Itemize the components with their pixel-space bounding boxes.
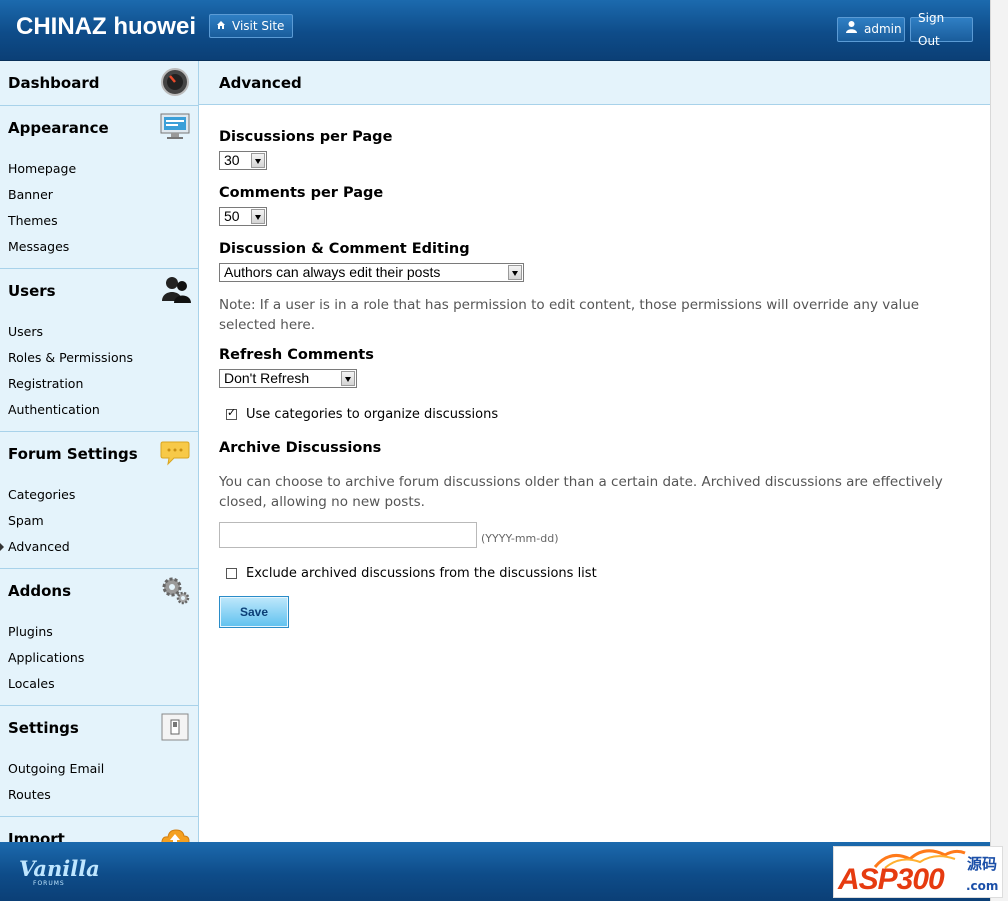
sidebar-item-messages[interactable]: Messages	[0, 234, 198, 260]
page-title: Advanced	[199, 61, 990, 105]
monitor-icon	[160, 112, 190, 142]
sidebar-heading-forum-settings[interactable]: Forum Settings	[0, 432, 198, 476]
vanilla-forums-logo[interactable]: Vanilla	[19, 856, 100, 881]
admin-profile-button[interactable]: admin	[837, 17, 905, 42]
sidebar-section-users: Users Users Roles & Permissions Registra…	[0, 269, 198, 432]
sidebar-item-spam[interactable]: Spam	[0, 508, 198, 534]
editing-value: Authors can always edit their posts	[224, 264, 441, 280]
sidebar-heading-dashboard[interactable]: Dashboard	[0, 61, 198, 105]
discussions-per-page-label: Discussions per Page	[219, 129, 393, 145]
sidebar-heading-users[interactable]: Users	[0, 269, 198, 313]
visit-site-button[interactable]: Visit Site	[209, 14, 294, 38]
sidebar-item-categories[interactable]: Categories	[0, 482, 198, 508]
vanilla-forums-sub: FORUMS	[33, 880, 65, 887]
sidebar-item-locales[interactable]: Locales	[0, 671, 198, 697]
discussions-per-page-select[interactable]: 30	[219, 151, 267, 170]
sidebar-item-users[interactable]: Users	[0, 319, 198, 345]
comments-per-page-value: 50	[224, 208, 240, 224]
admin-label: admin	[864, 22, 902, 36]
asp300-text: ASP300	[838, 863, 945, 896]
editing-note: Note: If a user is in a role that has pe…	[219, 297, 920, 333]
use-categories-checkbox[interactable]	[226, 406, 237, 420]
home-icon	[216, 14, 226, 38]
window-scrollbar[interactable]	[990, 0, 1008, 901]
sidebar-heading-label: Addons	[8, 582, 71, 600]
refresh-comments-label: Refresh Comments	[219, 347, 374, 363]
archive-date-hint: (YYYY-mm-dd)	[481, 532, 559, 545]
asp300-watermark-logo: ASP300 源码 .com	[833, 846, 1003, 898]
asp300-com-text: .com	[966, 879, 999, 893]
speech-bubble-icon	[160, 438, 190, 468]
site-title[interactable]: CHINAZ huowei	[16, 13, 196, 41]
sidebar-item-outgoing-email[interactable]: Outgoing Email	[0, 756, 198, 782]
exclude-archived-row: Exclude archived discussions from the di…	[226, 566, 597, 581]
sidebar-heading-appearance[interactable]: Appearance	[0, 106, 198, 150]
editing-label: Discussion & Comment Editing	[219, 241, 470, 257]
sidebar-item-advanced[interactable]: Advanced	[0, 534, 198, 560]
save-button[interactable]: Save	[219, 596, 289, 628]
use-categories-label[interactable]: Use categories to organize discussions	[246, 407, 498, 422]
exclude-archived-label[interactable]: Exclude archived discussions from the di…	[246, 566, 597, 581]
sidebar-section-appearance: Appearance Homepage Banner Themes Messag…	[0, 106, 198, 269]
archive-date-input[interactable]	[219, 522, 477, 548]
chevron-down-icon	[508, 265, 522, 280]
sidebar-heading-label: Settings	[8, 719, 79, 737]
gears-icon	[160, 575, 190, 605]
sidebar-item-routes[interactable]: Routes	[0, 782, 198, 808]
discussions-per-page-value: 30	[224, 152, 240, 168]
users-icon	[160, 275, 191, 305]
sidebar-item-authentication[interactable]: Authentication	[0, 397, 198, 423]
sidebar-heading-addons[interactable]: Addons	[0, 569, 198, 613]
archive-note: You can choose to archive forum discussi…	[219, 474, 943, 510]
sidebar-section-addons: Addons Plugins Applications Locales	[0, 569, 198, 706]
sidebar-item-applications[interactable]: Applications	[0, 645, 198, 671]
user-icon	[845, 18, 858, 41]
sidebar-heading-settings[interactable]: Settings	[0, 706, 198, 750]
dashboard-icon	[160, 67, 190, 97]
chevron-down-icon	[251, 153, 265, 168]
sidebar-item-banner[interactable]: Banner	[0, 182, 198, 208]
sidebar-section-dashboard: Dashboard	[0, 61, 198, 106]
asp300-cn-text: 源码	[967, 855, 998, 873]
sidebar-heading-label: Appearance	[8, 119, 109, 137]
refresh-comments-value: Don't Refresh	[224, 370, 310, 386]
sidebar-item-registration[interactable]: Registration	[0, 371, 198, 397]
sidebar-item-plugins[interactable]: Plugins	[0, 619, 198, 645]
exclude-archived-checkbox[interactable]	[226, 568, 237, 579]
sidebar-item-roles-permissions[interactable]: Roles & Permissions	[0, 345, 198, 371]
sidebar-item-themes[interactable]: Themes	[0, 208, 198, 234]
sidebar-item-homepage[interactable]: Homepage	[0, 156, 198, 182]
switch-icon	[160, 712, 190, 742]
chevron-down-icon	[251, 209, 265, 224]
use-categories-row: Use categories to organize discussions	[226, 406, 498, 422]
comments-per-page-label: Comments per Page	[219, 185, 384, 201]
sidebar: Dashboard Appearance Homepage Banner The…	[0, 61, 199, 848]
editing-select[interactable]: Authors can always edit their posts	[219, 263, 524, 282]
comments-per-page-select[interactable]: 50	[219, 207, 267, 226]
sidebar-section-forum-settings: Forum Settings Categories Spam Advanced	[0, 432, 198, 569]
sidebar-heading-label: Dashboard	[8, 74, 100, 92]
sidebar-section-settings: Settings Outgoing Email Routes	[0, 706, 198, 817]
sidebar-heading-label: Forum Settings	[8, 445, 138, 463]
sidebar-heading-label: Users	[8, 282, 56, 300]
chevron-down-icon	[341, 371, 355, 386]
top-header: CHINAZ huowei Visit Site admin Sign Out	[0, 0, 990, 61]
archive-discussions-label: Archive Discussions	[219, 440, 382, 456]
visit-site-label: Visit Site	[232, 19, 285, 33]
sign-out-button[interactable]: Sign Out	[910, 11, 973, 48]
refresh-comments-select[interactable]: Don't Refresh	[219, 369, 357, 388]
